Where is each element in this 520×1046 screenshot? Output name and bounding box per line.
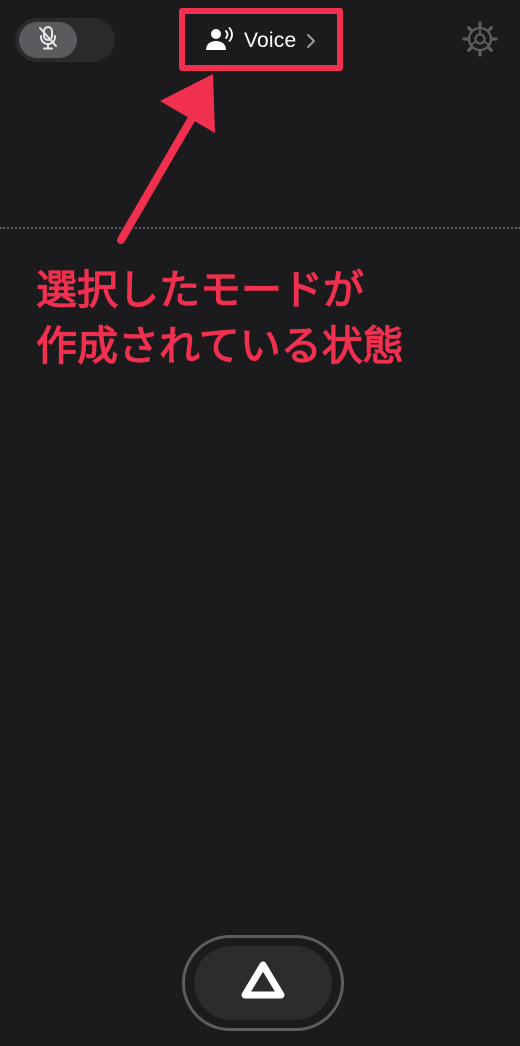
mic-off-icon (37, 25, 59, 55)
mic-toggle-knob[interactable] (19, 22, 77, 58)
dotted-divider (0, 227, 520, 229)
annotation-line-2: 作成されている状態 (36, 322, 404, 370)
voice-screen: Voice 選択したモードが 作成されている状態 (0, 0, 520, 1046)
triangle-icon (239, 959, 287, 1007)
annotation-highlight-box (179, 8, 343, 71)
start-button[interactable] (182, 935, 344, 1031)
mic-toggle[interactable] (15, 18, 115, 62)
settings-button[interactable] (462, 21, 498, 61)
annotation-text: 選択したモードが 作成されている状態 (36, 262, 506, 374)
gear-icon (462, 21, 498, 61)
annotation-line-1: 選択したモードが (36, 266, 364, 314)
start-button-inner[interactable] (194, 946, 332, 1020)
